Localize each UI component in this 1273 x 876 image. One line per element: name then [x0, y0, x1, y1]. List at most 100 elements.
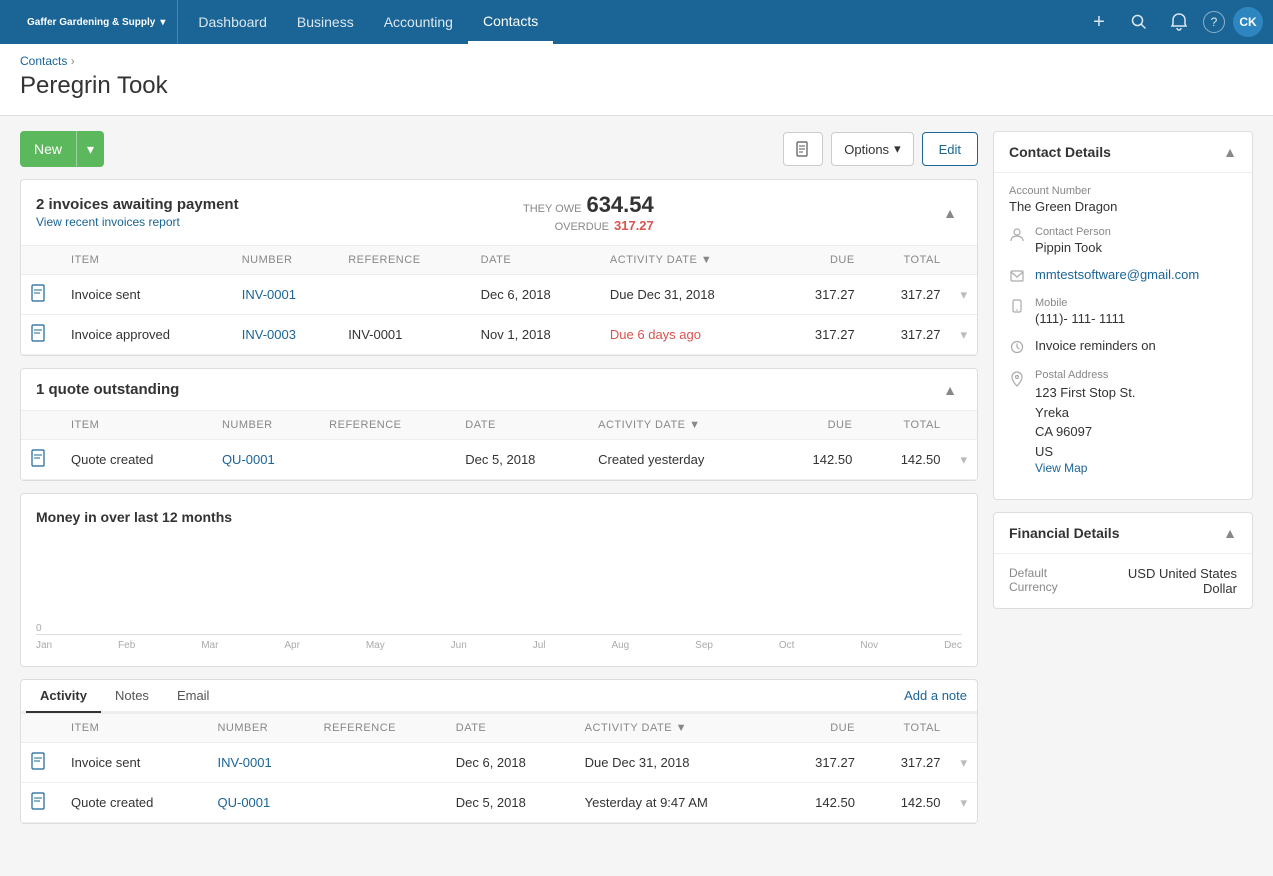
invoice-reminders-content: Invoice reminders on — [1035, 338, 1156, 353]
row-expand[interactable]: ▾ — [950, 440, 977, 480]
chart-label-jun: Jun — [451, 640, 467, 651]
breadcrumb-separator: › — [71, 54, 75, 68]
row-activity-date: Yesterday at 9:47 AM — [575, 783, 780, 823]
col-date-label: DATE — [455, 411, 588, 440]
view-map-link[interactable]: View Map — [1035, 461, 1135, 475]
row-number[interactable]: INV-0003 — [232, 315, 338, 355]
table-row: Quote created QU-0001 Dec 5, 2018 Yester… — [21, 783, 977, 823]
activity-table: ITEM NUMBER REFERENCE DATE ACTIVITY DATE… — [21, 713, 977, 823]
row-item: Invoice sent — [61, 743, 207, 783]
account-number-content: Account Number The Green Dragon — [1009, 185, 1117, 214]
row-expand[interactable]: ▾ — [950, 275, 977, 315]
brand-name: Gaffer Gardening & Supply — [27, 17, 155, 28]
new-dropdown-arrow[interactable]: ▾ — [76, 131, 104, 167]
col-due-label: DUE — [779, 246, 865, 275]
invoices-card-header: 2 invoices awaiting payment View recent … — [21, 180, 977, 245]
location-icon — [1009, 371, 1025, 390]
chart-area: 0 — [36, 535, 962, 635]
page-title: Peregrin Took — [20, 72, 1253, 100]
default-currency-label: Default Currency — [1009, 566, 1096, 594]
row-activity-date: Due Dec 31, 2018 — [575, 743, 780, 783]
options-button[interactable]: Options ▾ — [831, 132, 913, 166]
document-button[interactable] — [783, 132, 823, 166]
chart-x-labels: Jan Feb Mar Apr May Jun Jul Aug Sep Oct … — [36, 640, 962, 651]
quotes-card: 1 quote outstanding ▲ ITEM NUMBER REFERE… — [20, 368, 978, 481]
row-item: Quote created — [61, 783, 207, 823]
chart-label-aug: Aug — [611, 640, 629, 651]
financial-details-card: Financial Details ▲ Default Currency USD… — [993, 512, 1253, 609]
row-date: Dec 5, 2018 — [446, 783, 575, 823]
new-button[interactable]: New — [20, 131, 76, 167]
row-due: 317.27 — [779, 275, 865, 315]
address-line2: Yreka — [1035, 403, 1135, 423]
breadcrumb-contacts[interactable]: Contacts — [20, 54, 67, 68]
mobile-value: (111)- 111- 1111 — [1035, 311, 1125, 326]
tab-email[interactable]: Email — [163, 680, 224, 713]
edit-button[interactable]: Edit — [922, 132, 978, 166]
nav-accounting[interactable]: Accounting — [369, 0, 468, 44]
chart-label-jul: Jul — [533, 640, 546, 651]
col-total-label: TOTAL — [865, 246, 951, 275]
row-number[interactable]: QU-0001 — [212, 440, 319, 480]
row-expand[interactable]: ▾ — [950, 743, 977, 783]
chart-label-jan: Jan — [36, 640, 52, 651]
contact-details-collapse-button[interactable]: ▲ — [1223, 144, 1237, 160]
invoices-table: ITEM NUMBER REFERENCE DATE ACTIVITY DATE… — [21, 245, 977, 355]
nav-dashboard[interactable]: Dashboard — [183, 0, 282, 44]
account-number-value: The Green Dragon — [1009, 199, 1117, 214]
they-owe-row: THEY OWE 634.54 — [523, 192, 654, 218]
right-panel: Contact Details ▲ Account Number The Gre… — [993, 131, 1253, 836]
col-number-label: NUMBER — [207, 714, 313, 743]
page-header: Contacts › Peregrin Took — [0, 44, 1273, 116]
quotes-collapse-button[interactable]: ▲ — [938, 382, 962, 398]
add-note-link[interactable]: Add a note — [894, 680, 977, 711]
options-dropdown-icon: ▾ — [894, 141, 901, 157]
postal-address-row: Postal Address 123 First Stop St. Yreka … — [1009, 369, 1237, 475]
add-icon[interactable]: + — [1083, 6, 1115, 38]
address-line3: CA 96097 — [1035, 422, 1135, 442]
chart-label-dec: Dec — [944, 640, 962, 651]
user-avatar[interactable]: CK — [1233, 7, 1263, 37]
row-reference — [314, 743, 446, 783]
search-icon[interactable] — [1123, 6, 1155, 38]
email-value[interactable]: mmtestsoftware@gmail.com — [1035, 267, 1199, 282]
invoices-collapse-button[interactable]: ▲ — [938, 205, 962, 221]
brand-logo[interactable]: Gaffer Gardening & Supply ▾ — [10, 0, 178, 44]
invoice-icon — [31, 324, 47, 342]
row-item: Invoice sent — [61, 275, 232, 315]
tab-notes[interactable]: Notes — [101, 680, 163, 713]
quotes-card-header: 1 quote outstanding ▲ — [21, 369, 977, 410]
financial-details-collapse-button[interactable]: ▲ — [1223, 525, 1237, 541]
row-expand[interactable]: ▾ — [950, 783, 977, 823]
overdue-amount: 317.27 — [614, 218, 654, 233]
they-owe-amount: 634.54 — [586, 192, 653, 218]
col-reference-label: REFERENCE — [314, 714, 446, 743]
col-item-header — [21, 246, 61, 275]
clock-icon — [1009, 340, 1025, 357]
quote-icon — [31, 449, 47, 467]
top-navigation: Gaffer Gardening & Supply ▾ Dashboard Bu… — [0, 0, 1273, 44]
row-number[interactable]: INV-0001 — [232, 275, 338, 315]
contact-person-value: Pippin Took — [1035, 240, 1111, 255]
contact-details-title: Contact Details — [1009, 144, 1111, 160]
invoices-subtitle[interactable]: View recent invoices report — [36, 215, 239, 229]
row-expand[interactable]: ▾ — [950, 315, 977, 355]
invoices-header-left: 2 invoices awaiting payment View recent … — [36, 196, 239, 229]
contact-person-content: Contact Person Pippin Took — [1035, 226, 1111, 255]
row-due: 142.50 — [774, 440, 862, 480]
row-number[interactable]: QU-0001 — [207, 783, 313, 823]
chart-title: Money in over last 12 months — [36, 509, 962, 525]
row-icon — [21, 275, 61, 315]
notifications-icon[interactable] — [1163, 6, 1195, 38]
address-line4: US — [1035, 442, 1135, 462]
nav-business[interactable]: Business — [282, 0, 369, 44]
row-number[interactable]: INV-0001 — [207, 743, 313, 783]
nav-contacts[interactable]: Contacts — [468, 0, 553, 44]
activity-card: Activity Notes Email Add a note ITEM NUM… — [20, 679, 978, 824]
help-icon[interactable]: ? — [1203, 11, 1225, 33]
tab-activity[interactable]: Activity — [26, 680, 101, 713]
col-total-label: TOTAL — [862, 411, 950, 440]
col-number-label: NUMBER — [212, 411, 319, 440]
invoices-card: 2 invoices awaiting payment View recent … — [20, 179, 978, 356]
left-panel: New ▾ Options ▾ Edit — [20, 131, 978, 836]
